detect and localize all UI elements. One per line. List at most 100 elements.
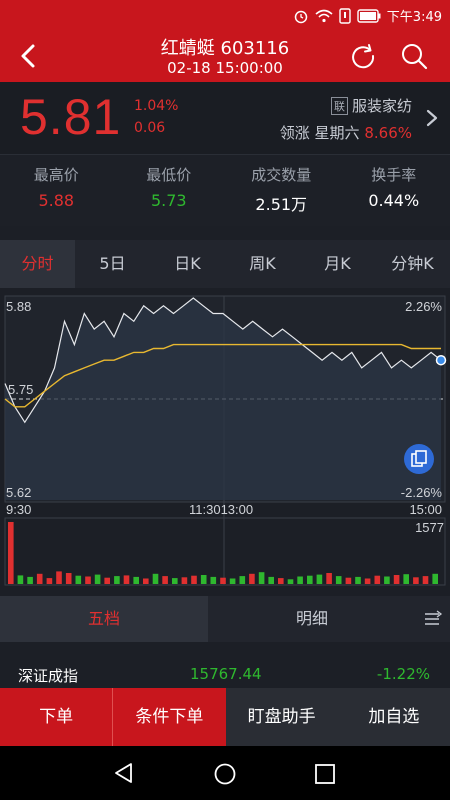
y-label-top: 5.88 — [6, 299, 32, 314]
index-value: 15767.44 — [190, 665, 262, 683]
nav-home-icon[interactable] — [213, 762, 237, 786]
pct-label-top: 2.26% — [405, 299, 442, 314]
volume-bar — [287, 579, 294, 584]
volume-bar — [200, 575, 207, 584]
change-amount: 0.06 — [134, 120, 166, 136]
volume-bar — [85, 576, 91, 584]
volume-bar — [94, 574, 101, 584]
status-icons: 下午3:49 — [293, 6, 442, 25]
refresh-icon[interactable] — [348, 41, 378, 71]
tab-monthly-k[interactable]: 月K — [300, 240, 375, 288]
pct-label-bottom: -2.26% — [400, 485, 442, 500]
status-bar: 下午3:49 — [0, 0, 450, 30]
nav-back-icon[interactable] — [112, 762, 136, 784]
x-label-mid: 11:3013:00 — [189, 502, 254, 517]
volume-bar — [355, 576, 361, 584]
volume-bar — [297, 576, 303, 584]
stat-value: 2.51万 — [255, 195, 308, 214]
volume-bar — [326, 573, 332, 584]
x-label-start: 9:30 — [6, 502, 32, 517]
stock-title: 红蜻蜓 603116 — [160, 38, 290, 59]
tab-daily-k[interactable]: 日K — [150, 240, 225, 288]
volume-bar — [413, 577, 419, 584]
tab-five-levels[interactable]: 五档 — [0, 596, 208, 642]
volume-bar — [374, 575, 381, 584]
volume-bar — [268, 576, 274, 584]
volume-bar — [364, 578, 371, 584]
watch-assistant-button[interactable]: 盯盘助手 — [225, 688, 338, 746]
volume-bar — [384, 576, 390, 584]
orderbook-menu[interactable] — [416, 596, 450, 642]
index-ticker[interactable]: 深证成指 15767.44 -1.22% — [0, 658, 450, 688]
stock-header: 红蜻蜓 603116 02-18 15:00:00 — [0, 30, 450, 82]
volume-bar — [249, 573, 255, 584]
volume-bar — [229, 578, 236, 584]
conditional-order-button[interactable]: 条件下单 — [113, 688, 226, 746]
status-time: 下午3:49 — [386, 10, 442, 25]
add-watchlist-button[interactable]: 加自选 — [337, 688, 450, 746]
tab-minute-k[interactable]: 分钟K — [375, 240, 450, 288]
system-nav-bar — [0, 746, 450, 800]
stat-high: 最高价 5.88 — [0, 155, 113, 226]
tab-intraday[interactable]: 分时 — [0, 240, 75, 288]
tab-5day[interactable]: 5日 — [75, 240, 150, 288]
index-change: -1.22% — [376, 665, 430, 683]
volume-max-label: 1577 — [415, 520, 444, 535]
stat-value: 5.88 — [38, 191, 75, 210]
tab-details[interactable]: 明细 — [208, 596, 416, 642]
intraday-chart[interactable]: 5.88 5.75 5.62 2.26% -2.26% 9:30 11:3013… — [0, 290, 450, 595]
volume-bar — [403, 574, 409, 584]
volume-bar — [393, 575, 400, 584]
order-button[interactable]: 下单 — [0, 688, 114, 746]
sector-name: 服装家纺 — [351, 97, 412, 115]
index-name: 深证成指 — [18, 667, 79, 685]
quote-panel: 5.81 1.04% 0.06 联 服装家纺 领涨 星期六 8.66% — [0, 82, 450, 154]
latest-price-dot — [435, 354, 447, 366]
stat-value: 0.44% — [368, 191, 420, 210]
wifi-icon — [315, 9, 333, 22]
volume-bar — [258, 572, 265, 584]
leader-pct: 8.66% — [364, 124, 412, 142]
stat-label: 换手率 — [371, 166, 417, 184]
battery-icon — [357, 8, 381, 23]
volume-bar — [17, 575, 24, 584]
x-label-end: 15:00 — [409, 502, 442, 517]
volume-bar — [345, 577, 352, 584]
alarm-icon — [294, 10, 308, 23]
volume-bar — [46, 578, 53, 584]
tab-weekly-k[interactable]: 周K — [225, 240, 300, 288]
volume-bar — [65, 573, 72, 584]
copy-icon — [411, 450, 427, 467]
stat-label: 成交数量 — [251, 166, 312, 184]
stat-low: 最低价 5.73 — [113, 155, 226, 226]
quote-timestamp: 02-18 15:00:00 — [167, 59, 283, 77]
volume-bar — [114, 576, 120, 584]
volume-bar — [75, 575, 82, 584]
sector-tag: 联 — [330, 96, 348, 115]
volume-bar — [335, 576, 342, 584]
sector-leader[interactable]: 领涨 星期六 8.66% — [280, 122, 412, 143]
volume-bar — [56, 571, 62, 584]
volume-bar — [8, 522, 14, 584]
stat-volume: 成交数量 2.51万 — [225, 155, 338, 226]
volume-bar — [27, 576, 33, 584]
volume-bar — [210, 576, 217, 584]
chart-period-tabs: 分时 5日 日K 周K 月K 分钟K — [0, 240, 450, 288]
bottom-action-bar: 下单 条件下单 盯盘助手 加自选 — [0, 688, 450, 746]
sim-icon — [339, 7, 351, 24]
volume-bar — [191, 575, 197, 584]
change-percent: 1.04% — [134, 98, 179, 114]
chevron-right-icon[interactable] — [422, 106, 442, 130]
stat-label: 最低价 — [146, 166, 192, 184]
volume-bar — [220, 577, 226, 584]
sector-link[interactable]: 联 服装家纺 — [330, 95, 412, 116]
chart-tool-button[interactable] — [404, 444, 434, 474]
nav-recents-icon[interactable] — [314, 763, 336, 785]
volume-bar — [181, 577, 188, 584]
volume-bar — [172, 578, 178, 584]
volume-bar — [143, 578, 149, 584]
y-label-mid: 5.75 — [8, 382, 34, 397]
search-icon[interactable] — [398, 41, 430, 71]
stats-row: 最高价 5.88 最低价 5.73 成交数量 2.51万 换手率 0.44% — [0, 154, 450, 226]
leader-label: 领涨 星期六 — [279, 124, 360, 142]
